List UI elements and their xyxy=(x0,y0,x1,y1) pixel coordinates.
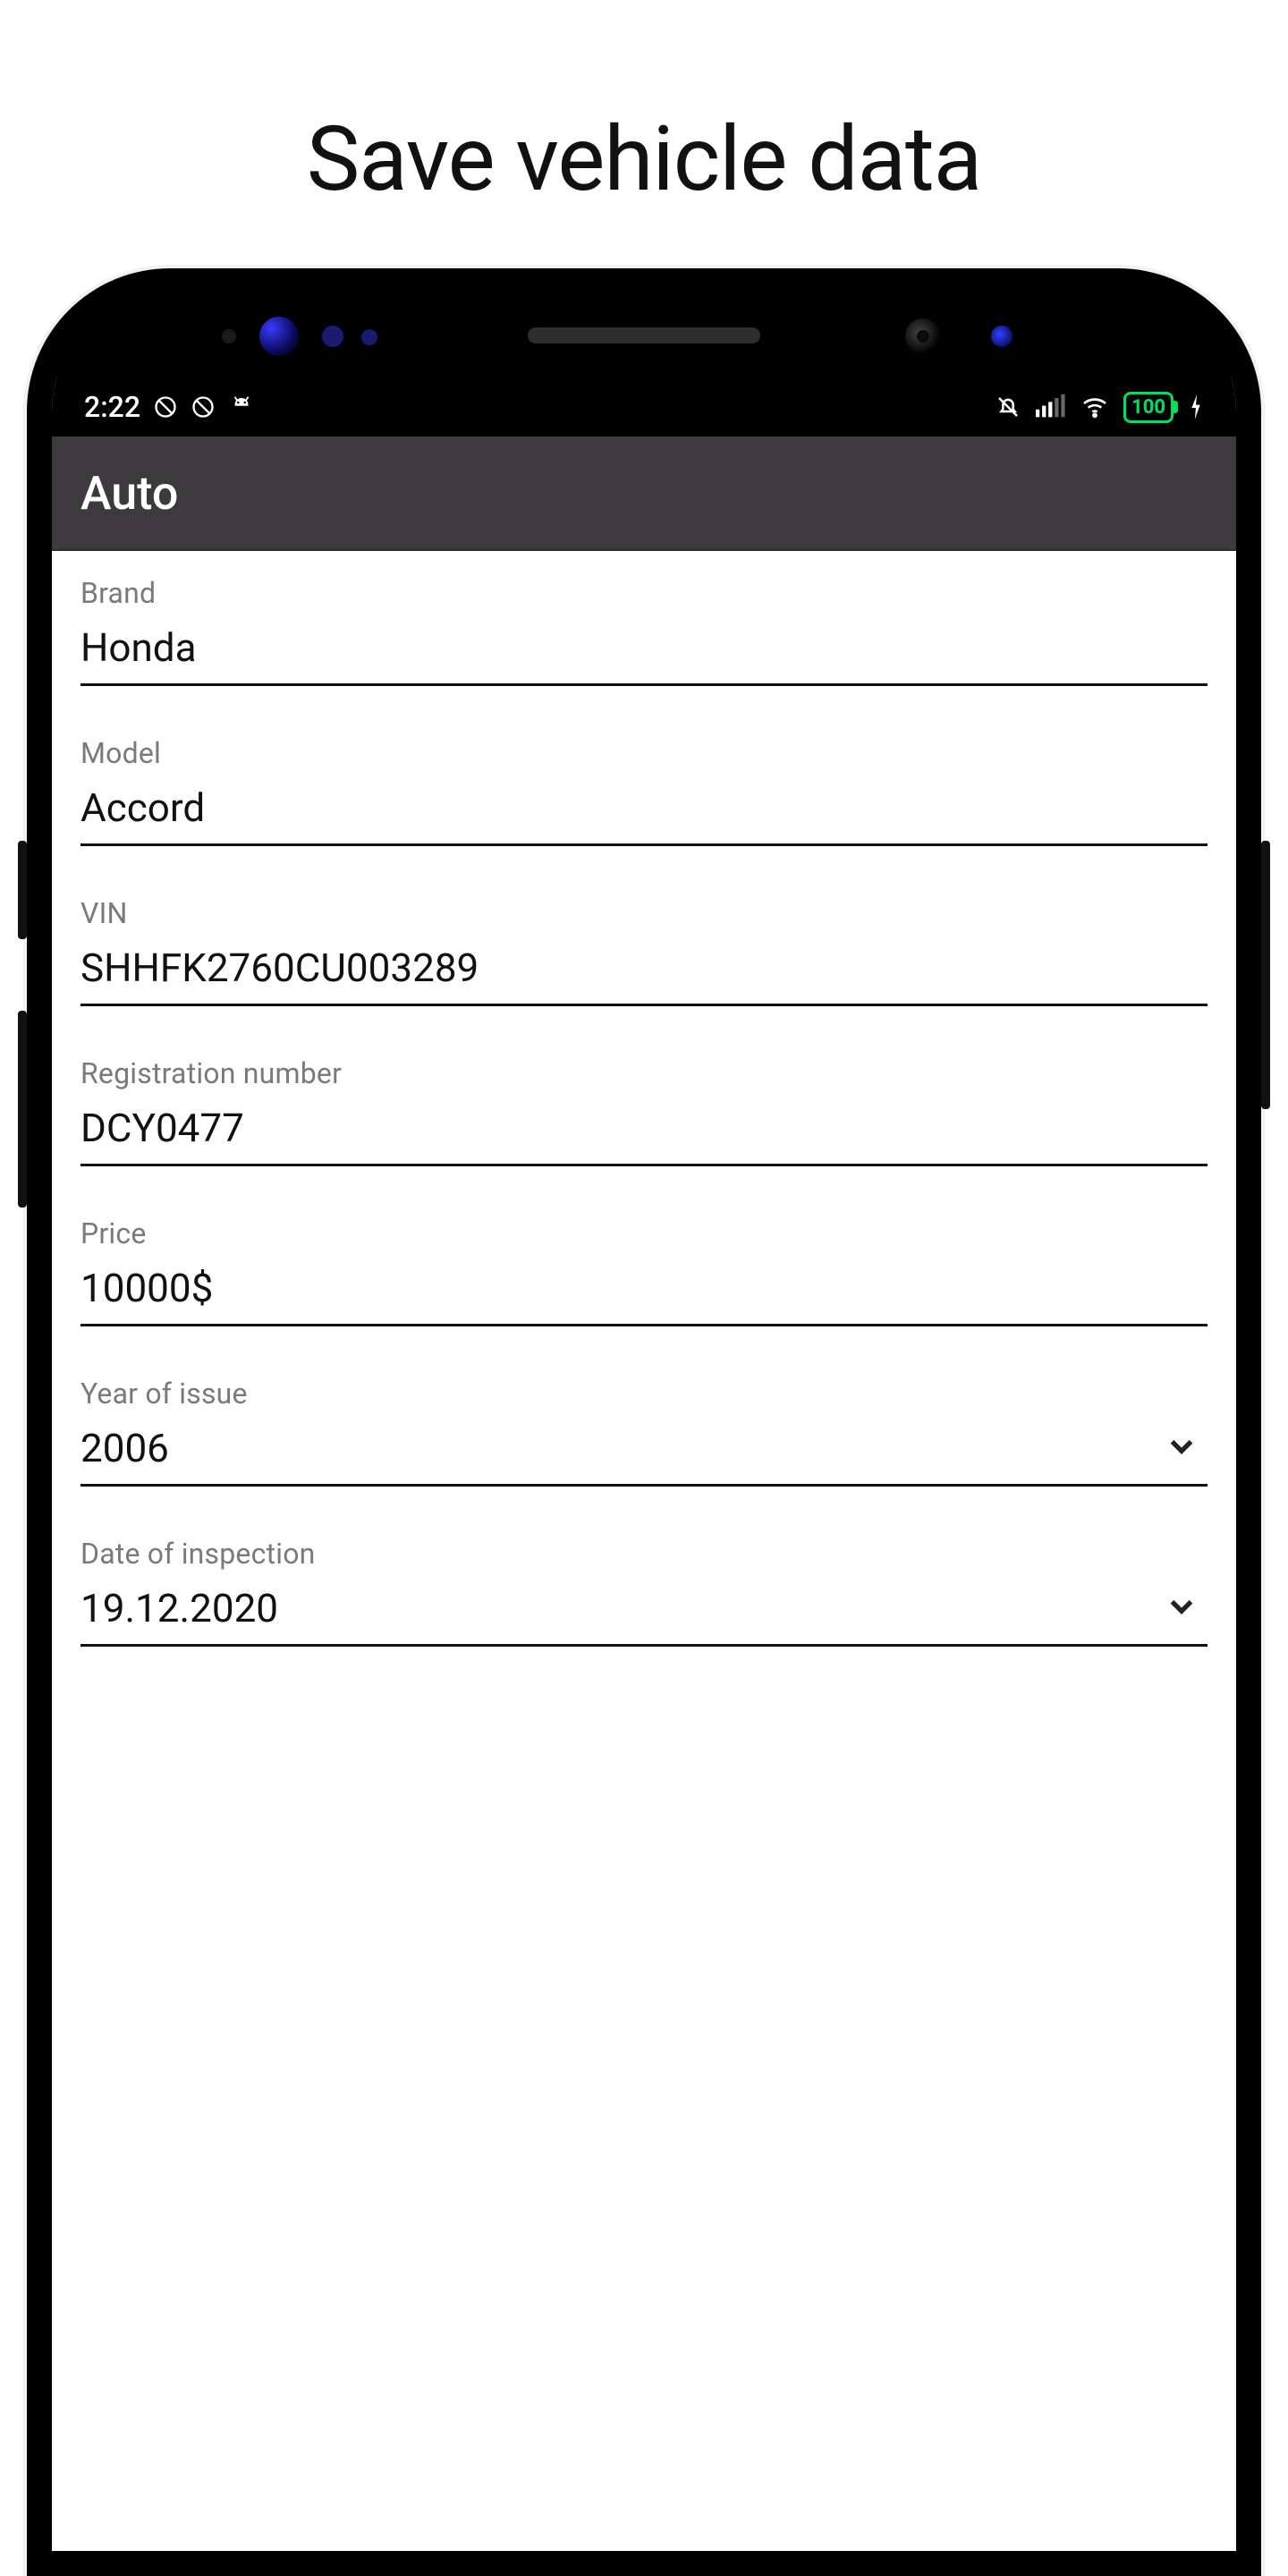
field-value: 10000$ xyxy=(80,1265,1208,1311)
phone-side-button xyxy=(18,841,27,939)
field-brand: Brand Honda xyxy=(80,576,1208,686)
screen: 2:22 xyxy=(52,377,1236,2551)
status-bar-right: 100 xyxy=(995,392,1204,423)
field-label: Registration number xyxy=(80,1056,1208,1090)
field-registration-number: Registration number DCY0477 xyxy=(80,1056,1208,1166)
field-year: Year of issue 2006 xyxy=(80,1377,1208,1487)
year-select[interactable]: 2006 xyxy=(80,1419,1208,1487)
android-icon xyxy=(228,394,255,420)
page-title: Save vehicle data xyxy=(0,107,1288,212)
sensor-dot xyxy=(222,329,236,343)
status-bar: 2:22 xyxy=(52,377,1236,436)
field-label: Year of issue xyxy=(80,1377,1208,1411)
battery-text: 100 xyxy=(1131,396,1165,419)
field-value: 19.12.2020 xyxy=(80,1585,1156,1631)
field-value: Honda xyxy=(80,624,1208,671)
phone-side-button xyxy=(1261,841,1270,1109)
chevron-down-icon xyxy=(1156,1588,1208,1629)
field-label: VIN xyxy=(80,896,1208,930)
field-value: Accord xyxy=(80,784,1208,831)
field-vin: VIN SHHFK2760CU003289 xyxy=(80,896,1208,1006)
inspection-date-select[interactable]: 19.12.2020 xyxy=(80,1580,1208,1647)
field-price: Price 10000$ xyxy=(80,1216,1208,1326)
front-camera xyxy=(905,318,941,354)
do-not-disturb-icon xyxy=(191,394,216,419)
app-bar-title: Auto xyxy=(80,466,178,521)
phone-side-button xyxy=(18,1011,27,1208)
app-bar: Auto xyxy=(52,436,1236,551)
phone-frame: 2:22 xyxy=(27,268,1261,2576)
sensor-dot xyxy=(259,317,299,356)
sensor-dot xyxy=(361,329,377,345)
registration-number-input[interactable]: DCY0477 xyxy=(80,1099,1208,1166)
field-value: 2006 xyxy=(80,1425,1156,1471)
sensor-dot xyxy=(322,326,343,347)
chevron-down-icon xyxy=(1156,1428,1208,1469)
bell-off-icon xyxy=(995,394,1021,420)
field-label: Date of inspection xyxy=(80,1537,1208,1571)
status-bar-left: 2:22 xyxy=(84,390,255,424)
field-value: DCY0477 xyxy=(80,1105,1208,1151)
wifi-icon xyxy=(1080,393,1109,421)
battery-indicator: 100 xyxy=(1123,392,1174,423)
phone-inner: 2:22 xyxy=(52,293,1236,2551)
do-not-disturb-icon xyxy=(153,394,178,419)
brand-input[interactable]: Honda xyxy=(80,619,1208,686)
field-label: Model xyxy=(80,736,1208,770)
phone-hardware-strip xyxy=(52,293,1236,377)
field-inspection-date: Date of inspection 19.12.2020 xyxy=(80,1537,1208,1647)
status-time: 2:22 xyxy=(84,390,140,424)
speaker-slot xyxy=(528,327,760,343)
field-value: SHHFK2760CU003289 xyxy=(80,945,1208,991)
form: Brand Honda Model Accord VIN SHHFK2760CU… xyxy=(52,551,1236,2551)
field-model: Model Accord xyxy=(80,736,1208,846)
field-label: Price xyxy=(80,1216,1208,1250)
field-label: Brand xyxy=(80,576,1208,610)
sensor-dot xyxy=(991,326,1013,347)
model-input[interactable]: Accord xyxy=(80,779,1208,846)
signal-icon xyxy=(1036,394,1066,420)
price-input[interactable]: 10000$ xyxy=(80,1259,1208,1326)
vin-input[interactable]: SHHFK2760CU003289 xyxy=(80,939,1208,1006)
charging-icon xyxy=(1188,394,1204,419)
